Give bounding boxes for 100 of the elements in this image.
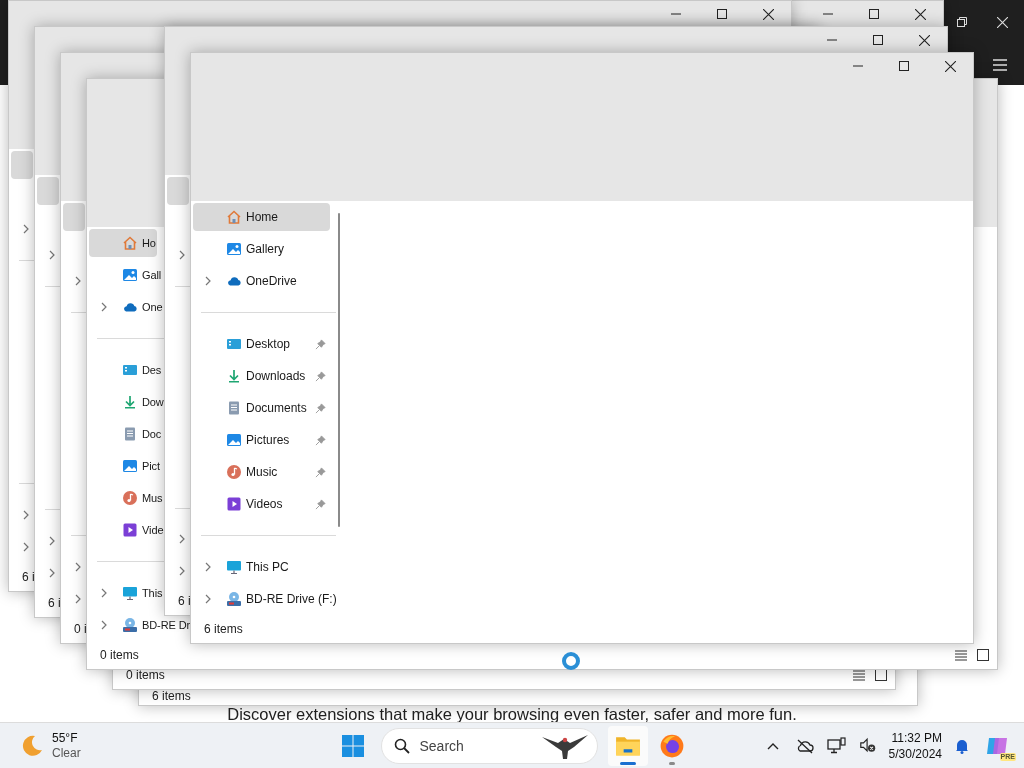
nav-item[interactable]: Downloads	[193, 362, 330, 390]
nav-item[interactable]: Vide	[89, 516, 165, 544]
item-count: 6 i	[48, 596, 61, 610]
menu-icon	[993, 58, 1007, 71]
chevron-icon	[205, 562, 211, 572]
windows-logo-icon	[340, 733, 365, 758]
nav-item[interactable]: Pictures	[193, 426, 330, 454]
music-icon	[122, 490, 138, 506]
pin-icon	[315, 466, 326, 478]
search-bar[interactable]: Search	[380, 727, 598, 764]
chevron-icon	[23, 224, 29, 234]
chevron-icon	[49, 568, 55, 578]
promo-text: Discover extensions that make your browsing even faster, safer and more fun.	[227, 706, 797, 722]
nav-item[interactable]: Des	[89, 356, 163, 384]
speaker-muted-icon[interactable]	[858, 737, 877, 754]
nav-item[interactable]: Videos	[193, 490, 330, 518]
maximize-icon	[873, 35, 883, 45]
details-view-icon[interactable]	[853, 669, 865, 681]
nav-item[interactable]: Desktop	[193, 330, 330, 358]
maximize-icon	[717, 9, 727, 19]
chevron-icon	[179, 250, 185, 260]
chevron-icon	[23, 542, 29, 552]
nav-item[interactable]: Dow	[89, 388, 165, 416]
chevron-icon	[179, 534, 185, 544]
picture-icon	[226, 432, 242, 448]
nav-item[interactable]: Music	[193, 458, 330, 486]
chevron-icon	[75, 594, 81, 604]
search-icon	[393, 737, 410, 754]
nav-item[interactable]: Documents	[193, 394, 330, 422]
monitor-icon	[122, 585, 138, 601]
pin-icon	[315, 402, 326, 414]
restore-icon	[957, 17, 967, 27]
chevron-icon	[179, 566, 185, 576]
nav-item[interactable]: BD-RE Dr	[89, 611, 192, 639]
search-input[interactable]: Search	[419, 737, 530, 754]
home-icon	[226, 209, 242, 225]
disc-drive-icon	[122, 617, 138, 633]
close-icon	[996, 16, 1008, 28]
chevron-up-icon	[766, 741, 779, 750]
chevron-icon	[49, 536, 55, 546]
chevron-icon	[101, 588, 107, 598]
weather-condition: Clear	[52, 745, 81, 761]
maximize-icon	[899, 61, 909, 71]
pin-icon	[315, 338, 326, 350]
clock-time[interactable]: 11:32 PM	[891, 729, 942, 746]
file-explorer-button[interactable]	[607, 725, 648, 766]
close-icon	[762, 8, 774, 20]
gallery-icon	[122, 267, 138, 283]
nav-item[interactable]: OneDrive	[193, 267, 330, 295]
item-count: 6 i	[22, 570, 35, 584]
video-icon	[122, 522, 138, 538]
document-icon	[226, 400, 242, 416]
weather-widget[interactable]: 55°F Clear	[16, 728, 85, 763]
nav-item[interactable]: Ho	[89, 229, 157, 257]
nav-item[interactable]: Mus	[89, 484, 164, 512]
item-count: 6 items	[152, 689, 191, 703]
busy-cursor-icon	[561, 651, 581, 671]
moon-icon	[20, 733, 44, 758]
maximize-icon	[869, 9, 879, 19]
pin-icon	[315, 370, 326, 382]
nav-item[interactable]	[37, 177, 59, 205]
chevron-icon	[205, 276, 211, 286]
item-count: 0 items	[126, 668, 165, 682]
nav-item[interactable]: Home	[193, 203, 330, 231]
close-icon	[944, 60, 956, 72]
chevron-icon	[23, 510, 29, 520]
pin-icon	[315, 434, 326, 446]
temperature: 55°F	[52, 730, 78, 746]
chevron-icon	[205, 594, 211, 604]
nav-item[interactable]: This	[89, 579, 164, 607]
tiles-view-icon[interactable]	[875, 669, 887, 681]
close-icon	[914, 8, 926, 20]
nav-item[interactable]: Pict	[89, 452, 161, 480]
item-count: 6 i	[178, 594, 191, 608]
document-icon	[122, 426, 138, 442]
video-icon	[226, 496, 242, 512]
chevron-icon	[75, 562, 81, 572]
gallery-icon	[226, 241, 242, 257]
nav-item[interactable]: This PC	[193, 553, 330, 581]
music-icon	[226, 464, 242, 480]
nav-item[interactable]	[167, 177, 189, 205]
nav-item[interactable]: Doc	[89, 420, 163, 448]
nav-item[interactable]: Gallery	[193, 235, 330, 263]
tiles-view-icon[interactable]	[977, 649, 989, 661]
home-icon	[122, 235, 138, 251]
bell-icon[interactable]	[954, 737, 970, 754]
item-count: 6 items	[204, 622, 243, 636]
scrollbar-thumb[interactable]	[338, 213, 340, 527]
details-view-icon[interactable]	[955, 649, 967, 661]
picture-icon	[122, 458, 138, 474]
nav-item[interactable]	[63, 203, 85, 231]
nav-item[interactable]	[11, 151, 33, 179]
nav-item[interactable]: BD-RE Drive (F:)	[193, 585, 337, 613]
network-icon[interactable]	[826, 736, 847, 755]
clock-date[interactable]: 5/30/2024	[888, 745, 942, 762]
desktop-icon	[122, 362, 138, 378]
nav-item[interactable]: One	[89, 293, 164, 321]
chevron-icon	[101, 302, 107, 312]
item-count: 0 items	[100, 648, 139, 662]
nav-item[interactable]: Gall	[89, 261, 163, 289]
